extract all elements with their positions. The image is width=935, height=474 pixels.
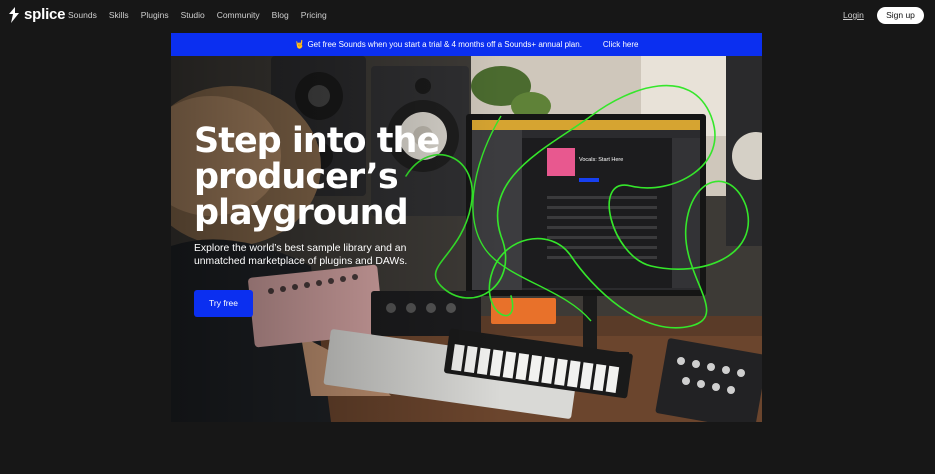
signup-button[interactable]: Sign up (877, 7, 924, 24)
logo-text: splice (24, 6, 66, 23)
splice-logo-icon (9, 7, 19, 23)
nav-link-pricing[interactable]: Pricing (301, 10, 327, 21)
nav-links: Sounds Skills Plugins Studio Community B… (68, 10, 339, 21)
nav-link-blog[interactable]: Blog (272, 10, 289, 21)
hero-section: Vocals: Start Here Step into the produce… (171, 56, 762, 422)
promo-text: Get free Sounds when you start a trial &… (307, 40, 582, 49)
rock-hand-icon: 🤘 (294, 40, 305, 49)
nav-link-studio[interactable]: Studio (181, 10, 205, 21)
hero-subtext: Explore the world’s best sample library … (194, 243, 408, 267)
splice-logo[interactable]: splice (8, 6, 66, 24)
svg-text:Vocals: Start Here: Vocals: Start Here (579, 157, 623, 163)
hero-shade (171, 56, 501, 422)
nav-link-plugins[interactable]: Plugins (141, 10, 169, 21)
promo-cta-link[interactable]: Click here (603, 40, 639, 49)
headline-line-3: playground (194, 193, 409, 233)
headline-line-2: producer’s (194, 157, 399, 197)
try-free-button[interactable]: Try free (194, 290, 253, 317)
hero-headline: Step into the producer’s playground (194, 123, 454, 231)
nav-link-sounds[interactable]: Sounds (68, 10, 97, 21)
nav-link-skills[interactable]: Skills (109, 10, 129, 21)
headline-line-1: Step into the (194, 121, 440, 161)
promo-banner: 🤘 Get free Sounds when you start a trial… (171, 33, 762, 56)
nav-link-community[interactable]: Community (217, 10, 260, 21)
login-link[interactable]: Login (843, 10, 864, 21)
top-nav: splice Sounds Skills Plugins Studio Comm… (0, 0, 935, 32)
